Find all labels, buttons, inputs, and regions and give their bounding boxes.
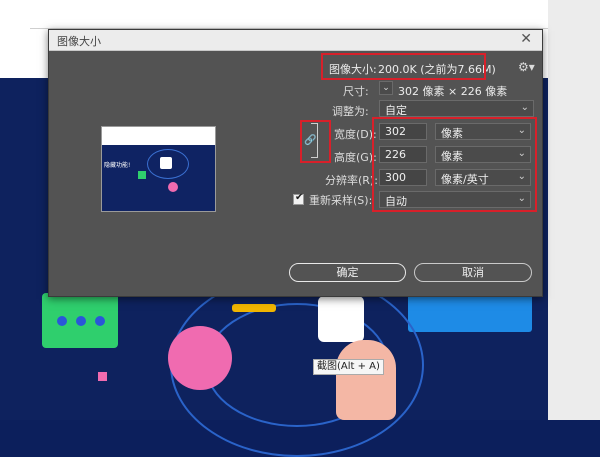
dimensions-label: 尺寸: [343,85,369,98]
preview-text: 隐藏功能! [104,162,131,169]
pink-key-circle [168,326,232,390]
preview-dot [138,171,146,179]
checkmark-icon: ✔ [295,192,304,203]
resample-checkbox[interactable]: ✔ [293,192,304,205]
ok-label: 确定 [336,266,359,279]
preview-header [102,127,215,145]
yellow-stand [232,304,276,312]
right-panel-area [548,0,600,420]
fit-to-value: 自定 [385,104,407,117]
screenshot-tooltip: 截图(Alt + A) [313,359,384,375]
highlight-image-size [321,53,486,80]
chevron-down-icon: ⌄ [520,102,529,113]
bubble-dot [76,316,86,326]
pointing-hand [336,340,396,420]
width-label: 宽度(D): [334,128,377,141]
highlight-fields [372,117,537,212]
resolution-label: 分辨率(R): [325,174,378,187]
dialog-titlebar: 图像大小 ✕ [49,30,542,51]
preview-dot [168,182,178,192]
cancel-label: 取消 [462,266,484,279]
blue-card [408,294,532,332]
dimensions-value: 302 像素 × 226 像素 [398,85,508,98]
fit-to-label: 调整为: [332,105,369,118]
highlight-chain [300,120,331,163]
cancel-button[interactable]: 取消 [414,263,532,282]
preview-shield [160,157,172,169]
resample-label: 重新采样(S): [309,194,373,207]
lock-tile [318,296,364,342]
chevron-down-icon[interactable]: ⌄ [379,81,393,95]
bubble-dot [57,316,67,326]
dialog-title: 图像大小 [57,35,101,48]
close-icon[interactable]: ✕ [520,31,532,47]
fit-to-select[interactable]: 自定 ⌄ [379,100,534,117]
height-label: 高度(G): [334,151,377,164]
pink-square [98,372,107,381]
ok-button[interactable]: 确定 [289,263,406,282]
image-preview: 隐藏功能! [101,126,216,212]
bubble-dot [95,316,105,326]
gear-icon[interactable]: ⚙▾ [518,60,535,74]
